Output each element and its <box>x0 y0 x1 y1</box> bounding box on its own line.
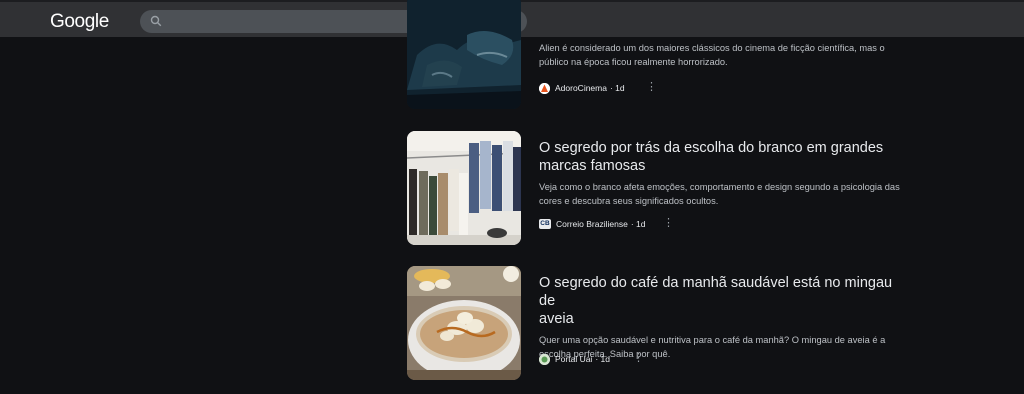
source-name: AdoroCinema <box>555 83 607 93</box>
more-options-icon[interactable]: ⋮ <box>663 216 674 229</box>
snippet-line: cores e descubra seus significados ocult… <box>539 196 719 206</box>
adorocinema-favicon <box>539 82 550 94</box>
article-title[interactable]: O segredo do café da manhã saudável está… <box>539 274 909 310</box>
source-row[interactable]: Portal Uai · 1d ⋮ <box>539 352 644 366</box>
correio-braziliense-favicon: CB <box>539 219 551 229</box>
article-title[interactable]: O segredo por trás da escolha do branco … <box>539 139 909 157</box>
snippet-line: público na época ficou realmente horrori… <box>539 57 728 67</box>
thumbnail-alien[interactable] <box>407 0 521 109</box>
more-options-icon[interactable]: ⋮ <box>646 80 657 93</box>
article-age: · 1d <box>630 219 646 229</box>
source-name: Portal Uai <box>555 354 593 364</box>
source-name: Correio Braziliense <box>556 219 628 229</box>
article-age: · 1d <box>595 354 610 364</box>
snippet-line: Veja como o branco afeta emoções, compor… <box>539 182 900 192</box>
source-row[interactable]: CB Correio Braziliense · 1d ⋮ <box>539 217 674 231</box>
google-logo[interactable]: Google <box>50 11 109 33</box>
more-options-icon[interactable]: ⋮ <box>633 351 644 364</box>
source-row[interactable]: AdoroCinema · 1d ⋮ <box>539 81 657 95</box>
snippet-line: Alien é considerado um dos maiores cláss… <box>539 43 885 53</box>
article-title[interactable]: aveia <box>539 310 909 328</box>
article-age: · 1d <box>609 83 625 93</box>
thumbnail-oatmeal[interactable] <box>407 266 521 380</box>
search-icon <box>150 15 162 27</box>
portal-uai-favicon <box>539 353 550 365</box>
thumbnail-clothes-rack[interactable] <box>407 131 521 245</box>
snippet-line: Quer uma opção saudável e nutritiva para… <box>539 335 886 345</box>
article-title[interactable]: marcas famosas <box>539 157 909 175</box>
